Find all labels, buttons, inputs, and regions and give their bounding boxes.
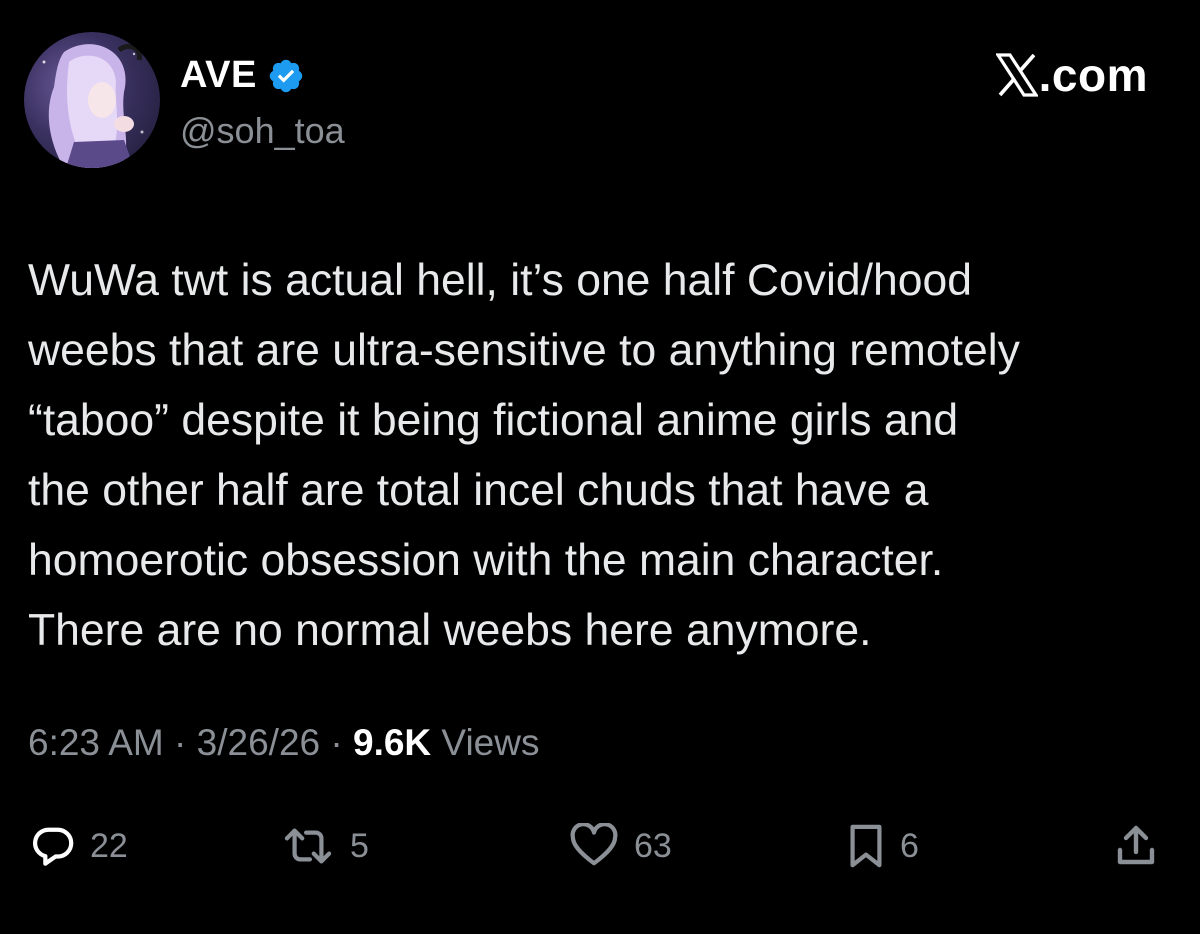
reply-button[interactable]: 22 <box>30 818 128 874</box>
author-handle[interactable]: @soh_toa <box>180 110 345 152</box>
repost-icon <box>280 823 336 869</box>
repost-count: 5 <box>350 826 369 865</box>
bookmark-button[interactable]: 6 <box>846 818 919 874</box>
tweet-card: AVE @soh_toa .com WuWa twt is actual hel… <box>0 0 1200 934</box>
like-count: 63 <box>634 826 672 865</box>
bookmark-count: 6 <box>900 826 919 865</box>
tweet-meta: 6:23 AM · 3/26/26 · 9.6K Views <box>28 722 539 764</box>
avatar[interactable] <box>24 32 160 168</box>
views-label: Views <box>431 722 540 763</box>
meta-separator: · <box>163 722 197 763</box>
reply-count: 22 <box>90 826 128 865</box>
avatar-image <box>42 43 144 168</box>
tweet-text-line: weebs that are ultra-sensitive to anythi… <box>28 326 1020 375</box>
bookmark-icon <box>846 823 886 869</box>
reply-icon <box>30 823 76 869</box>
tweet-text-line: the other half are total incel chuds tha… <box>28 466 929 515</box>
action-bar: 22 5 63 6 <box>0 818 1200 874</box>
share-icon <box>1112 822 1160 870</box>
heart-icon <box>568 823 620 869</box>
tweet-text-line: There are no normal weebs here anymore. <box>28 606 872 655</box>
like-button[interactable]: 63 <box>568 818 672 874</box>
repost-button[interactable]: 5 <box>280 818 369 874</box>
meta-separator: · <box>320 722 353 763</box>
tweet-time[interactable]: 6:23 AM <box>28 722 164 763</box>
tweet-text: WuWa twt is actual hell, it’s one half C… <box>28 246 1178 666</box>
brand-logo: .com <box>994 49 1148 101</box>
verified-badge-icon <box>267 57 305 95</box>
tweet-text-line: homoerotic obsession with the main chara… <box>28 536 944 585</box>
brand-domain-suffix: .com <box>1038 49 1148 101</box>
x-logo-icon <box>994 53 1039 97</box>
author-display-name[interactable]: AVE <box>180 54 257 97</box>
share-button[interactable] <box>1112 818 1160 874</box>
tweet-text-line: WuWa twt is actual hell, it’s one half C… <box>28 256 973 305</box>
tweet-date[interactable]: 3/26/26 <box>197 722 320 763</box>
views-count: 9.6K <box>353 722 432 763</box>
tweet-text-line: “taboo” despite it being fictional anime… <box>28 396 959 445</box>
author-name-row: AVE <box>180 54 305 97</box>
